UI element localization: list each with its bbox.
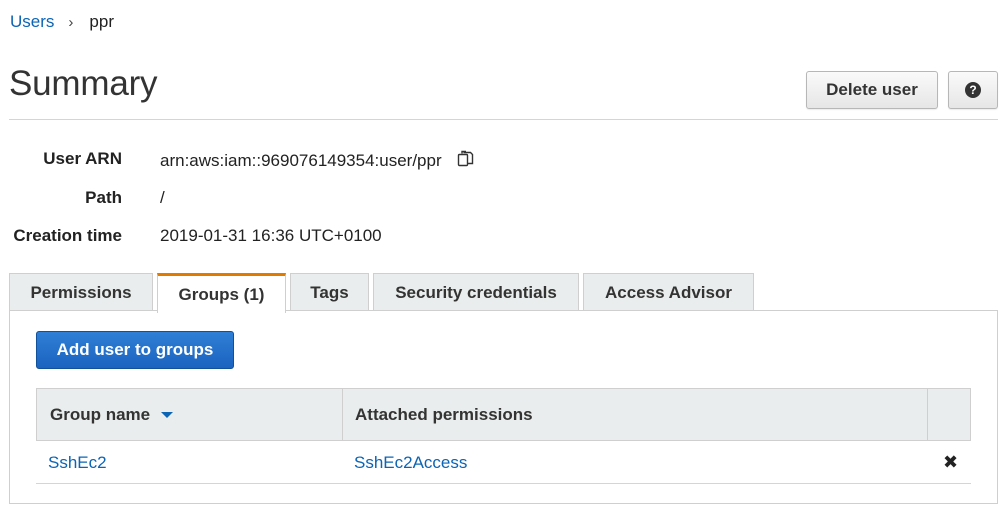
user-arn-value: arn:aws:iam::969076149354:user/ppr	[160, 150, 442, 170]
column-attached-permissions[interactable]: Attached permissions	[355, 389, 915, 440]
tab-permissions[interactable]: Permissions	[9, 273, 153, 311]
tab-groups[interactable]: Groups (1)	[157, 273, 286, 313]
copy-icon[interactable]	[456, 149, 476, 174]
column-group-name[interactable]: Group name	[50, 389, 340, 440]
column-group-name-label: Group name	[50, 404, 151, 424]
creation-time-value: 2019-01-31 16:36 UTC+0100	[160, 226, 382, 245]
delete-user-button[interactable]: Delete user	[806, 71, 938, 109]
tab-tags[interactable]: Tags	[290, 273, 369, 311]
sort-down-icon	[161, 411, 174, 418]
add-user-to-groups-button[interactable]: Add user to groups	[36, 331, 234, 369]
breadcrumb-current: ppr	[89, 12, 114, 31]
title-divider	[9, 119, 998, 120]
user-arn-label: User ARN	[43, 149, 122, 168]
attached-permissions-link[interactable]: SshEc2Access	[354, 453, 467, 473]
path-value: /	[160, 188, 165, 207]
help-button[interactable]: ?	[948, 71, 998, 109]
help-icon: ?	[965, 82, 981, 98]
page-title: Summary	[9, 64, 158, 103]
path-label: Path	[85, 188, 122, 207]
groups-table-header: Group name Attached permissions	[36, 388, 971, 441]
remove-icon[interactable]: ✖	[943, 452, 958, 473]
user-arn-row: arn:aws:iam::969076149354:user/ppr	[160, 149, 476, 174]
column-divider	[927, 389, 928, 440]
breadcrumb: Users › ppr	[10, 12, 114, 32]
table-row-divider	[36, 483, 971, 484]
chevron-right-icon: ›	[68, 13, 74, 31]
tab-access-advisor[interactable]: Access Advisor	[583, 273, 754, 311]
column-attached-permissions-label: Attached permissions	[355, 404, 533, 424]
breadcrumb-users-link[interactable]: Users	[10, 12, 54, 32]
creation-time-label: Creation time	[13, 226, 122, 245]
column-divider	[342, 389, 343, 440]
group-name-link[interactable]: SshEc2	[48, 453, 107, 473]
tab-security-credentials[interactable]: Security credentials	[373, 273, 579, 311]
